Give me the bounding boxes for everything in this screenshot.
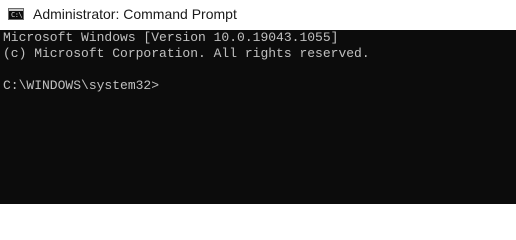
console-line-copyright: (c) Microsoft Corporation. All rights re… [3,46,370,61]
cmd-icon-glyph: C:\ [11,11,23,19]
command-prompt-window: C:\ Administrator: Command Prompt Micros… [0,0,516,207]
console-line-version: Microsoft Windows [Version 10.0.19043.10… [3,30,339,45]
console-prompt[interactable]: C:\WINDOWS\system32> [3,78,159,94]
window-bottom-edge [0,204,516,207]
title-bar[interactable]: C:\ Administrator: Command Prompt [0,0,516,30]
cmd-icon[interactable]: C:\ [8,8,24,20]
window-title: Administrator: Command Prompt [33,6,237,22]
console-area[interactable]: Microsoft Windows [Version 10.0.19043.10… [0,30,516,204]
